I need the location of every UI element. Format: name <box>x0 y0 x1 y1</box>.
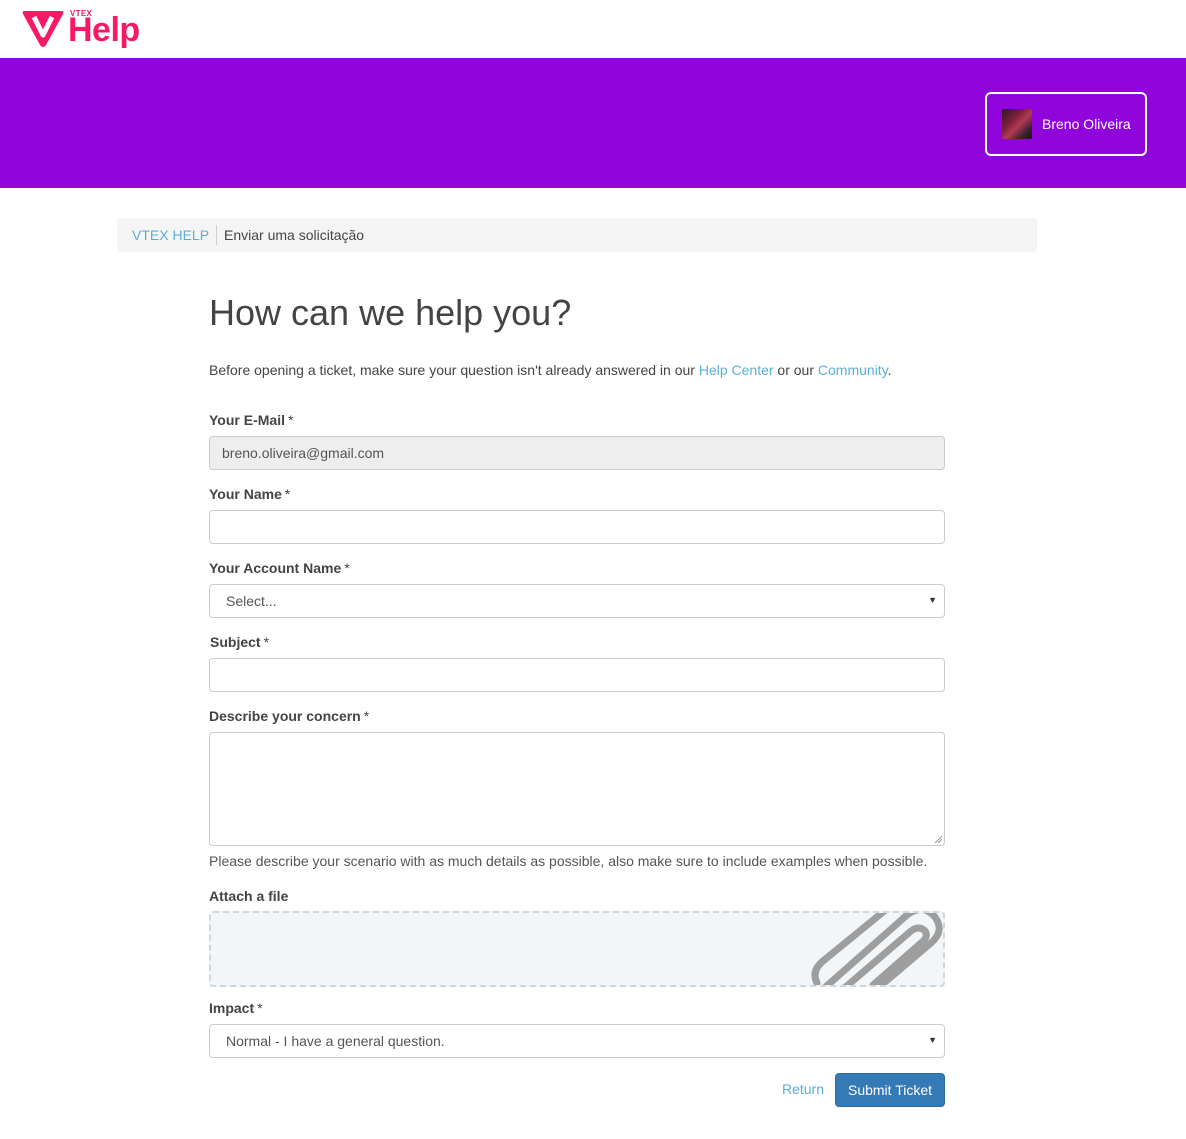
concern-hint: Please describe your scenario with as mu… <box>209 853 928 869</box>
account-label-text: Your Account Name <box>209 560 342 576</box>
user-menu-button[interactable]: Breno Oliveira <box>985 92 1147 156</box>
required-mark: * <box>287 412 294 428</box>
breadcrumb-current: Enviar uma solicitação <box>224 227 365 243</box>
intro-text-middle: or our <box>773 362 818 378</box>
breadcrumb-divider <box>216 225 218 245</box>
subject-field[interactable] <box>209 658 945 692</box>
vtex-help-logo[interactable]: VTEX Help <box>22 8 148 49</box>
user-avatar <box>1002 109 1032 139</box>
name-label: Your Name * <box>209 486 290 502</box>
account-select[interactable]: Select... ▼ <box>209 584 945 618</box>
name-field[interactable] <box>209 510 945 544</box>
required-mark: * <box>363 708 370 724</box>
subject-label: Subject * <box>210 634 269 650</box>
email-label: Your E-Mail * <box>209 412 293 428</box>
concern-textarea[interactable] <box>209 732 945 846</box>
required-mark: * <box>257 1000 263 1016</box>
impact-label: Impact * <box>209 1000 263 1016</box>
account-select-value: Select... <box>226 593 277 609</box>
impact-label-text: Impact <box>209 1000 255 1016</box>
community-link[interactable]: Community <box>818 362 888 378</box>
top-bar: VTEX Help <box>0 0 1186 58</box>
breadcrumb-home-link[interactable]: VTEX HELP <box>132 227 209 243</box>
intro-text-end: . <box>887 362 892 378</box>
caret-down-icon: ▼ <box>928 1035 937 1045</box>
impact-select-value: Normal - I have a general question. <box>226 1033 445 1049</box>
vtex-logo-icon <box>22 11 64 47</box>
required-mark: * <box>344 560 350 576</box>
required-mark: * <box>263 634 270 650</box>
subject-label-text: Subject <box>210 634 261 650</box>
help-center-link[interactable]: Help Center <box>699 362 774 378</box>
required-mark: * <box>284 486 291 502</box>
return-link[interactable]: Return <box>782 1081 824 1097</box>
concern-label: Describe your concern * <box>209 708 369 724</box>
impact-select[interactable]: Normal - I have a general question. ▼ <box>209 1024 945 1058</box>
email-value: breno.oliveira@gmail.com <box>222 445 385 461</box>
caret-down-icon: ▼ <box>928 595 937 605</box>
user-name: Breno Oliveira <box>1042 116 1131 132</box>
intro-text-start: Before opening a ticket, make sure your … <box>209 362 699 378</box>
concern-label-text: Describe your concern <box>209 708 361 724</box>
page-title: How can we help you? <box>209 292 572 333</box>
hero-banner: Breno Oliveira <box>0 58 1186 188</box>
intro-text: Before opening a ticket, make sure your … <box>209 362 892 378</box>
resize-handle-icon[interactable] <box>934 835 942 843</box>
breadcrumb: VTEX HELP Enviar uma solicitação <box>117 218 1037 252</box>
logo-help-text: Help <box>68 11 140 49</box>
attach-label: Attach a file <box>209 888 289 904</box>
name-label-text: Your Name <box>209 486 282 502</box>
paperclip-icon <box>811 913 943 985</box>
account-label: Your Account Name * <box>209 560 350 576</box>
form-actions: Return Submit Ticket <box>209 1073 945 1107</box>
email-field[interactable]: breno.oliveira@gmail.com <box>209 436 945 470</box>
submit-ticket-button[interactable]: Submit Ticket <box>835 1073 945 1107</box>
file-dropzone[interactable] <box>209 911 945 987</box>
email-label-text: Your E-Mail <box>209 412 285 428</box>
